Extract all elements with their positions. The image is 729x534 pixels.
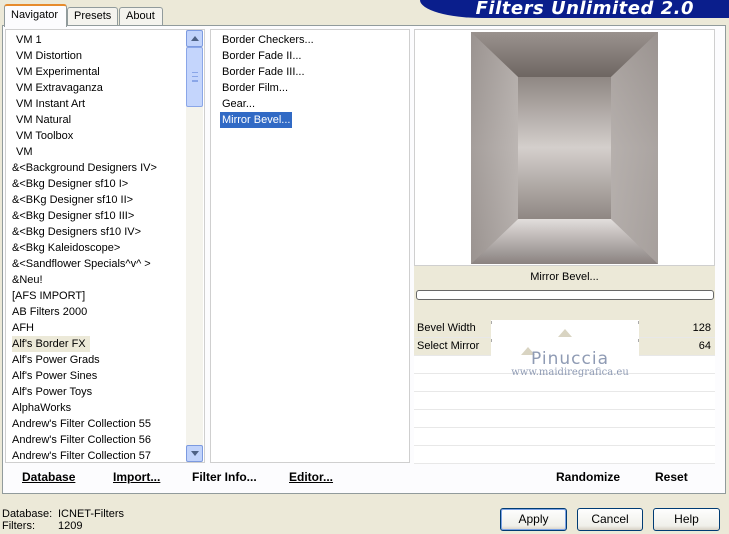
status-filters-label: Filters: — [2, 520, 35, 532]
category-item[interactable]: &<Background Designers IV> — [12, 160, 161, 176]
watermark-name: Pinuccia — [531, 349, 609, 369]
editor-button[interactable]: Editor... — [289, 470, 333, 484]
filter-item[interactable]: Border Fade III... — [220, 64, 307, 80]
filter-item[interactable]: Border Film... — [220, 80, 290, 96]
filter-item[interactable]: Border Fade II... — [220, 48, 303, 64]
category-item[interactable]: &<Bkg Designers sf10 IV> — [12, 224, 161, 240]
category-item[interactable]: VM Distortion — [12, 48, 161, 64]
param-value: 64 — [698, 340, 711, 352]
status-database: Database: ICNET-Filters — [2, 508, 124, 520]
randomize-button[interactable]: Randomize — [556, 470, 620, 484]
grip-icon — [192, 72, 198, 82]
param-value: 128 — [692, 322, 711, 334]
list-actions: Database Import... Filter Info... Editor… — [5, 465, 411, 492]
category-item[interactable]: VM 1 — [12, 32, 161, 48]
filter-info-button[interactable]: Filter Info... — [192, 470, 257, 484]
param-row-bevel-width[interactable]: Bevel Width 128 — [414, 320, 715, 338]
tab-presets[interactable]: Presets — [67, 7, 118, 26]
category-item[interactable]: &<Sandflower Specials^v^ > — [12, 256, 161, 272]
filter-list[interactable]: Border Checkers... Border Fade II... Borde… — [210, 29, 410, 463]
category-item[interactable]: Andrew's Filter Collection 56 — [12, 432, 161, 448]
filter-item[interactable]: Mirror Bevel... — [220, 112, 293, 128]
status-filters-value: 1209 — [58, 520, 83, 532]
cancel-button[interactable]: Cancel — [577, 508, 643, 531]
slider-ticks — [491, 339, 639, 342]
category-item[interactable]: AlphaWorks — [12, 400, 161, 416]
scroll-down-button[interactable] — [186, 445, 203, 462]
category-item[interactable]: AB Filters 2000 — [12, 304, 161, 320]
parameter-rows: Bevel Width 128 Select Mirror 64 — [414, 320, 715, 464]
param-row-empty — [414, 392, 715, 410]
parameter-actions: Randomize Reset — [414, 465, 715, 492]
param-label: Select Mirror — [417, 340, 480, 352]
filter-item[interactable]: Gear... — [220, 96, 257, 112]
category-item[interactable]: Alf's Power Sines — [12, 368, 161, 384]
chevron-down-icon — [191, 451, 199, 456]
category-scrollbar[interactable] — [186, 30, 203, 462]
category-item[interactable]: AFH — [12, 320, 161, 336]
filter-item[interactable]: Border Checkers... — [220, 32, 316, 48]
help-button[interactable]: Help — [653, 508, 720, 531]
category-item[interactable]: [AFS IMPORT] — [12, 288, 161, 304]
category-item[interactable]: VM Natural — [12, 112, 161, 128]
category-item[interactable]: Andrew's Filter Collection 57 — [12, 448, 161, 462]
category-item[interactable]: VM — [12, 144, 161, 160]
current-filter-name: Mirror Bevel... — [530, 271, 599, 283]
progress-bar — [416, 290, 714, 300]
status-database-value: ICNET-Filters — [58, 508, 124, 520]
tab-navigator[interactable]: Navigator — [4, 4, 67, 27]
category-item[interactable]: VM Extravaganza — [12, 80, 161, 96]
slider-ticks — [491, 321, 639, 324]
scroll-up-button[interactable] — [186, 30, 203, 47]
reset-button[interactable]: Reset — [655, 470, 688, 484]
watermark: Pinuccia www.maidiregrafica.eu — [490, 349, 650, 378]
category-item[interactable]: VM Instant Art — [12, 96, 161, 112]
apply-button[interactable]: Apply — [500, 508, 567, 531]
category-item[interactable]: VM Toolbox — [12, 128, 161, 144]
database-button[interactable]: Database — [22, 470, 75, 484]
category-list[interactable]: VM 1 VM Distortion VM Experimental VM Extra… — [5, 29, 205, 463]
import-button[interactable]: Import... — [113, 470, 160, 484]
param-label: Bevel Width — [417, 322, 476, 334]
tab-about[interactable]: About — [119, 7, 163, 26]
category-item[interactable]: VM Experimental — [12, 64, 161, 80]
scroll-thumb[interactable] — [186, 47, 203, 107]
category-item[interactable]: Alf's Power Toys — [12, 384, 161, 400]
status-database-label: Database: — [2, 508, 53, 520]
preview-image — [471, 32, 658, 264]
category-item[interactable]: &<Bkg Kaleidoscope> — [12, 240, 161, 256]
param-row-empty — [414, 446, 715, 464]
category-item[interactable]: &<Bkg Designer sf10 III> — [12, 208, 161, 224]
banner-title: Filters Unlimited 2.0 — [475, 0, 694, 18]
category-item[interactable]: Alf's Border FX — [12, 336, 90, 352]
app-banner: Filters Unlimited 2.0 — [420, 0, 729, 18]
category-item[interactable]: &Neu! — [12, 272, 161, 288]
chevron-up-icon — [191, 36, 199, 41]
param-row-empty — [414, 428, 715, 446]
category-item[interactable]: &<BKg Designer sf10 II> — [12, 192, 161, 208]
category-item[interactable]: Alf's Power Grads — [12, 352, 161, 368]
category-item[interactable]: Andrew's Filter Collection 55 — [12, 416, 161, 432]
status-filters: Filters: 1209 — [2, 520, 82, 532]
bevel-width-thumb[interactable] — [558, 329, 572, 337]
param-row-empty — [414, 410, 715, 428]
watermark-url: www.maidiregrafica.eu — [511, 367, 629, 378]
category-item[interactable]: &<Bkg Designer sf10 I> — [12, 176, 161, 192]
